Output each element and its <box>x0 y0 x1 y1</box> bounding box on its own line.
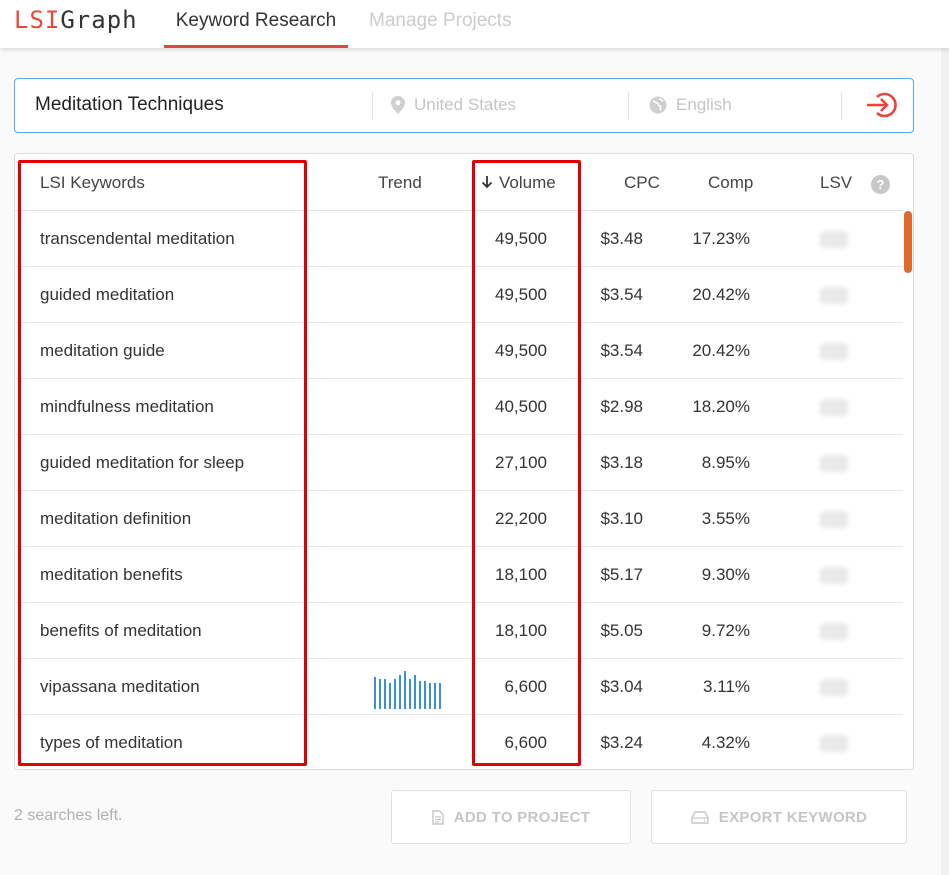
search-divider <box>628 92 629 120</box>
table-row[interactable]: vipassana meditation 6,600 $3.04 3.11% <box>15 659 903 715</box>
volume-cell: 6,600 <box>504 733 547 752</box>
volume-cell: 18,100 <box>495 565 547 584</box>
search-bar: United States English <box>14 78 914 133</box>
comp-cell: 3.55% <box>701 509 750 528</box>
column-header-trend[interactable]: Trend <box>378 173 422 193</box>
comp-cell: 4.32% <box>701 733 750 752</box>
comp-cell: 9.30% <box>701 565 750 584</box>
help-icon[interactable]: ? <box>871 175 890 194</box>
table-row[interactable]: meditation guide 49,500 $3.54 20.42% <box>15 323 903 379</box>
cpc-cell: $5.17 <box>600 565 643 584</box>
table-scrollbar-track[interactable] <box>903 211 913 769</box>
export-keyword-button[interactable]: EXPORT KEYWORD <box>651 790 907 844</box>
lsv-blurred-value <box>820 735 848 752</box>
comp-cell: 8.95% <box>701 453 750 472</box>
location-pin-icon <box>391 96 405 114</box>
location-label: United States <box>414 95 517 114</box>
cpc-cell: $3.54 <box>600 341 643 360</box>
volume-cell: 18,100 <box>495 621 547 640</box>
volume-cell: 22,200 <box>495 509 547 528</box>
table-row[interactable]: mindfulness meditation 40,500 $2.98 18.2… <box>15 379 903 435</box>
cpc-cell: $5.05 <box>600 621 643 640</box>
searches-left-text: 2 searches left. <box>14 807 123 824</box>
location-select[interactable]: United States <box>391 79 516 131</box>
column-header-comp[interactable]: Comp <box>708 173 753 193</box>
cpc-cell: $3.10 <box>600 509 643 528</box>
table-row[interactable]: transcendental meditation 49,500 $3.48 1… <box>15 211 903 267</box>
keywords-table: LSI Keywords Trend Volume CPC Comp LSV ?… <box>14 153 914 770</box>
lsv-blurred-value <box>820 287 848 304</box>
comp-cell: 20.42% <box>692 285 750 304</box>
document-icon <box>432 809 444 825</box>
lsv-blurred-value <box>820 231 848 248</box>
search-submit-button[interactable] <box>865 91 897 119</box>
table-row[interactable]: types of meditation 6,600 $3.24 4.32% <box>15 715 903 769</box>
arrow-into-circle-icon <box>867 92 897 118</box>
comp-cell: 17.23% <box>692 229 750 248</box>
cpc-cell: $2.98 <box>600 397 643 416</box>
volume-cell: 49,500 <box>495 341 547 360</box>
lsigraph-logo[interactable]: LSIGraph <box>14 6 138 34</box>
cpc-cell: $3.04 <box>600 677 643 696</box>
table-row[interactable]: meditation benefits 18,100 $5.17 9.30% <box>15 547 903 603</box>
comp-cell: 3.11% <box>703 677 750 696</box>
volume-cell: 49,500 <box>495 229 547 248</box>
keyword-cell[interactable]: guided meditation <box>40 285 174 305</box>
search-divider <box>841 92 842 120</box>
add-to-project-button[interactable]: ADD TO PROJECT <box>391 790 631 844</box>
keyword-cell[interactable]: transcendental meditation <box>40 229 235 249</box>
cpc-cell: $3.18 <box>600 453 643 472</box>
table-row[interactable]: guided meditation for sleep 27,100 $3.18… <box>15 435 903 491</box>
column-header-lsi-keywords[interactable]: LSI Keywords <box>40 173 145 193</box>
trend-sparkline[interactable] <box>372 667 446 709</box>
table-row[interactable]: guided meditation 49,500 $3.54 20.42% <box>15 267 903 323</box>
column-header-cpc[interactable]: CPC <box>624 173 660 193</box>
keyword-cell[interactable]: mindfulness meditation <box>40 397 214 417</box>
comp-cell: 18.20% <box>692 397 750 416</box>
keyword-cell[interactable]: benefits of meditation <box>40 621 202 641</box>
search-divider <box>372 92 373 120</box>
globe-icon <box>649 96 667 114</box>
keyword-cell[interactable]: meditation guide <box>40 341 165 361</box>
volume-cell: 6,600 <box>504 677 547 696</box>
tab-keyword-research[interactable]: Keyword Research <box>164 10 348 48</box>
column-header-volume[interactable]: Volume <box>481 173 556 193</box>
lsv-blurred-value <box>820 399 848 416</box>
language-label: English <box>676 95 732 114</box>
tab-manage-projects[interactable]: Manage Projects <box>369 10 512 48</box>
cpc-cell: $3.48 <box>600 229 643 248</box>
column-header-lsv[interactable]: LSV <box>820 173 852 193</box>
page-scrollbar[interactable] <box>941 48 949 875</box>
keyword-cell[interactable]: types of meditation <box>40 733 183 753</box>
cpc-cell: $3.24 <box>600 733 643 752</box>
volume-cell: 49,500 <box>495 285 547 304</box>
keyword-search-input[interactable] <box>35 79 375 131</box>
arrow-down-icon <box>481 176 493 189</box>
keyword-cell[interactable]: guided meditation for sleep <box>40 453 244 473</box>
keyword-cell[interactable]: meditation benefits <box>40 565 183 585</box>
keyword-cell[interactable]: vipassana meditation <box>40 677 200 697</box>
lsv-blurred-value <box>820 511 848 528</box>
lsv-blurred-value <box>820 343 848 360</box>
lsv-blurred-value <box>820 623 848 640</box>
volume-cell: 40,500 <box>495 397 547 416</box>
volume-cell: 27,100 <box>495 453 547 472</box>
top-navigation-bar: LSIGraph Keyword Research Manage Project… <box>0 0 949 48</box>
comp-cell: 20.42% <box>692 341 750 360</box>
lsv-blurred-value <box>820 455 848 472</box>
lsv-blurred-value <box>820 679 848 696</box>
table-scrollbar-thumb[interactable] <box>904 211 912 273</box>
table-row[interactable]: benefits of meditation 18,100 $5.05 9.72… <box>15 603 903 659</box>
table-header: LSI Keywords Trend Volume CPC Comp LSV ? <box>15 154 903 211</box>
comp-cell: 9.72% <box>701 621 750 640</box>
drive-icon <box>691 810 709 824</box>
lsv-blurred-value <box>820 567 848 584</box>
cpc-cell: $3.54 <box>600 285 643 304</box>
language-select[interactable]: English <box>649 79 732 131</box>
keyword-cell[interactable]: meditation definition <box>40 509 191 529</box>
table-row[interactable]: meditation definition 22,200 $3.10 3.55% <box>15 491 903 547</box>
